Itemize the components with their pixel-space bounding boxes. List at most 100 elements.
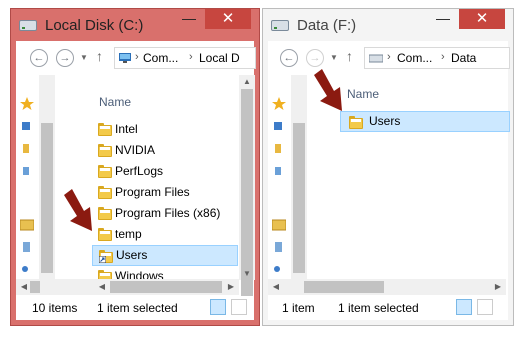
right-titlebar[interactable]: Data (F:) — ✕ — [263, 9, 513, 41]
computer-icon — [119, 53, 131, 63]
back-button[interactable]: ← — [280, 49, 298, 67]
recent-locations-dropdown[interactable]: ▼ — [330, 53, 338, 62]
scroll-thumb[interactable] — [41, 123, 53, 273]
selection-count: 1 item selected — [97, 301, 178, 315]
scroll-left-arrow[interactable]: ◀ — [270, 282, 282, 291]
navigation-pane — [268, 75, 290, 312]
minimize-button[interactable]: — — [433, 11, 453, 27]
music-icon[interactable] — [20, 261, 32, 273]
left-status-bar: 10 items 1 item selected — [16, 296, 254, 320]
left-client-area: ← → ▼ ↑ › Com... › Local D Name Intel NV… — [16, 41, 256, 320]
folder-icon — [98, 207, 112, 220]
up-button[interactable]: ↑ — [96, 48, 103, 64]
documents-icon[interactable] — [20, 241, 32, 253]
forward-button[interactable]: → — [306, 49, 324, 67]
file-list-horizontal-scrollbar[interactable]: ◀ ▶ — [268, 279, 506, 295]
folder-item-label: Users — [369, 114, 401, 128]
folder-icon — [98, 123, 112, 136]
drive-icon — [271, 20, 289, 31]
scroll-right-arrow[interactable]: ▶ — [225, 282, 237, 291]
selection-count: 1 item selected — [338, 301, 419, 315]
scroll-thumb[interactable] — [304, 281, 384, 293]
right-status-bar: 1 item 1 item selected — [268, 296, 508, 320]
close-button[interactable]: ✕ — [459, 9, 505, 29]
back-button[interactable]: ← — [30, 49, 48, 67]
folder-item[interactable]: PerfLogs — [92, 161, 238, 182]
scroll-down-arrow[interactable]: ▼ — [239, 269, 255, 278]
address-segment-drive[interactable]: Local D — [199, 51, 240, 65]
left-titlebar[interactable]: Local Disk (C:) — ✕ — [11, 9, 259, 41]
navigation-pane-scrollbar[interactable] — [291, 75, 307, 280]
scroll-thumb[interactable] — [241, 89, 253, 299]
favorites-star-icon[interactable] — [272, 97, 286, 111]
scroll-left-arrow[interactable]: ◀ — [18, 282, 30, 291]
large-icons-view-button[interactable] — [231, 299, 247, 315]
address-separator: › — [189, 51, 193, 63]
column-header-name[interactable]: Name — [99, 95, 131, 109]
recent-places-icon[interactable] — [272, 165, 284, 177]
folder-item[interactable]: Users — [340, 111, 510, 132]
large-icons-view-button[interactable] — [477, 299, 493, 315]
folder-icon — [98, 144, 112, 157]
scroll-thumb[interactable] — [30, 281, 40, 293]
scroll-up-arrow[interactable]: ▲ — [239, 77, 255, 86]
scroll-thumb[interactable] — [110, 281, 222, 293]
folder-item-label: Users — [116, 248, 148, 262]
left-explorer-window: Local Disk (C:) — ✕ ← → ▼ ↑ › Com... › L… — [10, 8, 260, 326]
file-list-horizontal-scrollbar[interactable]: ◀ ▶ — [94, 279, 239, 295]
column-header-name[interactable]: Name — [347, 87, 379, 101]
minimize-button[interactable]: — — [179, 11, 199, 27]
folder-item[interactable]: Intel — [92, 119, 238, 140]
folder-item-label: PerfLogs — [115, 164, 164, 178]
up-button[interactable]: ↑ — [346, 48, 353, 64]
folder-item[interactable]: Users — [92, 245, 238, 266]
item-count: 10 items — [32, 301, 78, 315]
folder-item-label: Program Files (x86) — [115, 206, 221, 220]
documents-icon[interactable] — [272, 241, 284, 253]
folder-icon — [349, 116, 363, 129]
navigation-pane — [16, 75, 38, 312]
address-segment-computer[interactable]: Com... — [397, 51, 432, 65]
folder-item[interactable]: NVIDIA — [92, 140, 238, 161]
desktop-icon[interactable] — [20, 121, 32, 133]
desktop-icon[interactable] — [272, 121, 284, 133]
libraries-icon[interactable] — [20, 219, 34, 231]
scroll-left-arrow[interactable]: ◀ — [96, 282, 108, 291]
folder-item[interactable]: Program Files (x86) — [92, 203, 238, 224]
address-segment-drive[interactable]: Data — [451, 51, 476, 65]
right-client-area: ← → ▼ ↑ › Com... › Data Name Users ◀ ▶ 1… — [268, 41, 510, 320]
annotation-arrow — [64, 189, 92, 231]
recent-locations-dropdown[interactable]: ▼ — [80, 53, 88, 62]
address-bar[interactable]: › Com... › Data — [364, 47, 510, 69]
item-count: 1 item — [282, 301, 315, 315]
folder-icon — [98, 165, 112, 178]
details-view-button[interactable] — [210, 299, 226, 315]
folder-icon — [98, 186, 112, 199]
address-segment-computer[interactable]: Com... — [143, 51, 178, 65]
scroll-thumb[interactable] — [293, 123, 305, 273]
downloads-icon[interactable] — [20, 143, 32, 155]
annotation-arrow — [314, 69, 342, 111]
drive-icon — [19, 20, 37, 31]
close-button[interactable]: ✕ — [205, 9, 251, 29]
music-icon[interactable] — [272, 261, 284, 273]
left-window-title: Local Disk (C:) — [45, 17, 144, 34]
details-view-button[interactable] — [456, 299, 472, 315]
scroll-right-arrow[interactable]: ▶ — [492, 282, 504, 291]
recent-places-icon[interactable] — [20, 165, 32, 177]
folder-item-label: temp — [115, 227, 142, 241]
file-list-vertical-scrollbar[interactable]: ▲ ▼ — [239, 75, 255, 299]
folder-item-label: NVIDIA — [115, 143, 156, 157]
left-navigation-bar: ← → ▼ ↑ › Com... › Local D — [16, 41, 256, 75]
navigation-pane-scrollbar[interactable] — [39, 75, 55, 280]
folder-item[interactable]: Program Files — [92, 182, 238, 203]
favorites-star-icon[interactable] — [20, 97, 34, 111]
address-bar[interactable]: › Com... › Local D — [114, 47, 256, 69]
address-separator: › — [387, 51, 391, 63]
folder-item-label: Program Files — [115, 185, 190, 199]
forward-button[interactable]: → — [56, 49, 74, 67]
libraries-icon[interactable] — [272, 219, 286, 231]
folder-item[interactable]: temp — [92, 224, 238, 245]
downloads-icon[interactable] — [272, 143, 284, 155]
right-window-title: Data (F:) — [297, 17, 357, 34]
